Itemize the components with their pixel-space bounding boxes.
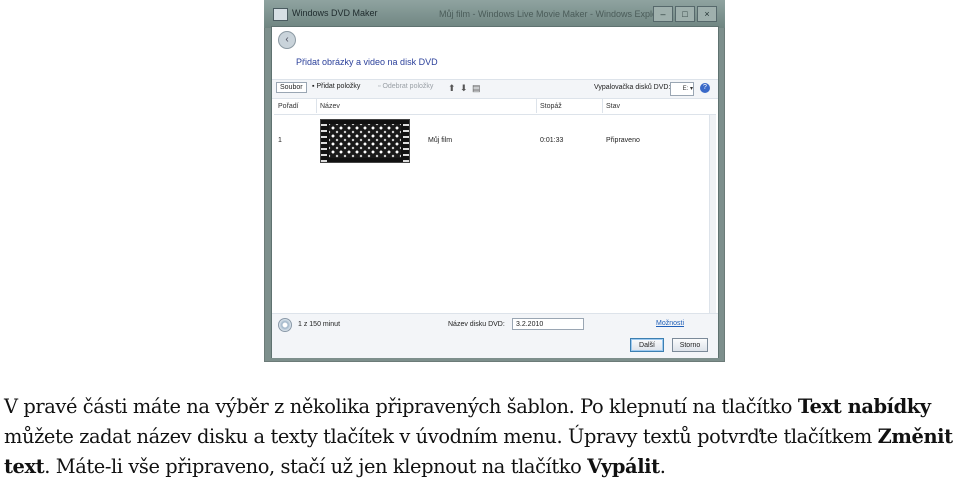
dvd-maker-screenshot: Windows DVD Maker Můj film - Windows Liv… <box>264 0 725 362</box>
row-order: 1 <box>278 137 282 144</box>
dvd-burner-select[interactable]: E: ▾ <box>670 82 694 96</box>
maximize-icon[interactable]: □ <box>675 6 695 22</box>
minimize-icon[interactable]: – <box>653 6 673 22</box>
column-header-duration[interactable]: Stopáž <box>540 103 562 110</box>
move-down-icon[interactable]: ⬇ <box>460 83 468 94</box>
paragraph-text: . <box>659 455 666 478</box>
button-name-vypalit: Vypálit <box>587 455 660 478</box>
document-icon[interactable]: ▤ <box>472 83 481 94</box>
footer-bar: 1 z 150 minut Název disku DVD: 3.2.2010 … <box>272 313 718 358</box>
paragraph-text: . Máte-li vše připraveno, stačí už jen k… <box>44 455 588 478</box>
disc-name-input[interactable]: 3.2.2010 <box>512 318 584 330</box>
button-name-text-nabidky: Text nabídky <box>797 395 931 418</box>
add-items-button[interactable]: ▪ Přidat položky <box>312 83 360 90</box>
duration-info: 1 z 150 minut <box>298 321 341 328</box>
column-header-status[interactable]: Stav <box>606 103 620 110</box>
row-duration: 0:01:33 <box>540 137 564 144</box>
disc-name-label: Název disku DVD: <box>448 321 505 328</box>
background-window-title: Můj film - Windows Live Movie Maker - Wi… <box>439 9 669 19</box>
remove-items-button[interactable]: ▫ Odebrat položky <box>378 83 433 90</box>
remove-items-label: Odebrat položky <box>382 83 434 90</box>
scrollbar[interactable] <box>709 115 716 313</box>
paragraph-text: můžete zadat název disku a texty tlačíte… <box>4 425 878 448</box>
back-arrow-icon[interactable]: ‹ <box>278 31 296 49</box>
video-thumbnail <box>320 119 410 163</box>
move-up-icon[interactable]: ⬆ <box>448 83 456 94</box>
column-header-name[interactable]: Název <box>320 103 340 110</box>
cancel-button[interactable]: Storno <box>672 338 708 352</box>
options-link[interactable]: Možnosti <box>656 320 684 327</box>
close-icon[interactable]: × <box>697 6 717 22</box>
toolbar: Soubor ▪ Přidat položky ▫ Odebrat položk… <box>272 79 718 99</box>
dvd-burner-label: Vypalovačka disků DVD: <box>594 84 671 91</box>
help-icon[interactable]: ? <box>700 83 710 93</box>
instruction-paragraph: V pravé části máte na výběr z několika p… <box>4 392 958 482</box>
disc-icon <box>278 318 292 332</box>
window-title: Windows DVD Maker <box>292 8 378 18</box>
add-items-label: Přidat položky <box>316 83 361 90</box>
title-bar: Windows DVD Maker Můj film - Windows Liv… <box>264 0 725 28</box>
next-button[interactable]: Další <box>630 338 664 352</box>
column-header-order[interactable]: Pořadí <box>278 103 299 110</box>
row-name: Můj film <box>428 137 453 144</box>
items-table: Pořadí Název Stopáž Stav 1 Můj film 0:01… <box>274 99 716 313</box>
dvd-maker-app-icon <box>273 8 288 21</box>
paragraph-text: V pravé části máte na výběr z několika p… <box>4 395 798 418</box>
dvd-maker-window: ‹ Přidat obrázky a video na disk DVD Sou… <box>271 26 719 358</box>
row-status: Připraveno <box>606 137 640 144</box>
file-menu-button[interactable]: Soubor <box>276 82 307 93</box>
page-heading: Přidat obrázky a video na disk DVD <box>296 57 438 67</box>
